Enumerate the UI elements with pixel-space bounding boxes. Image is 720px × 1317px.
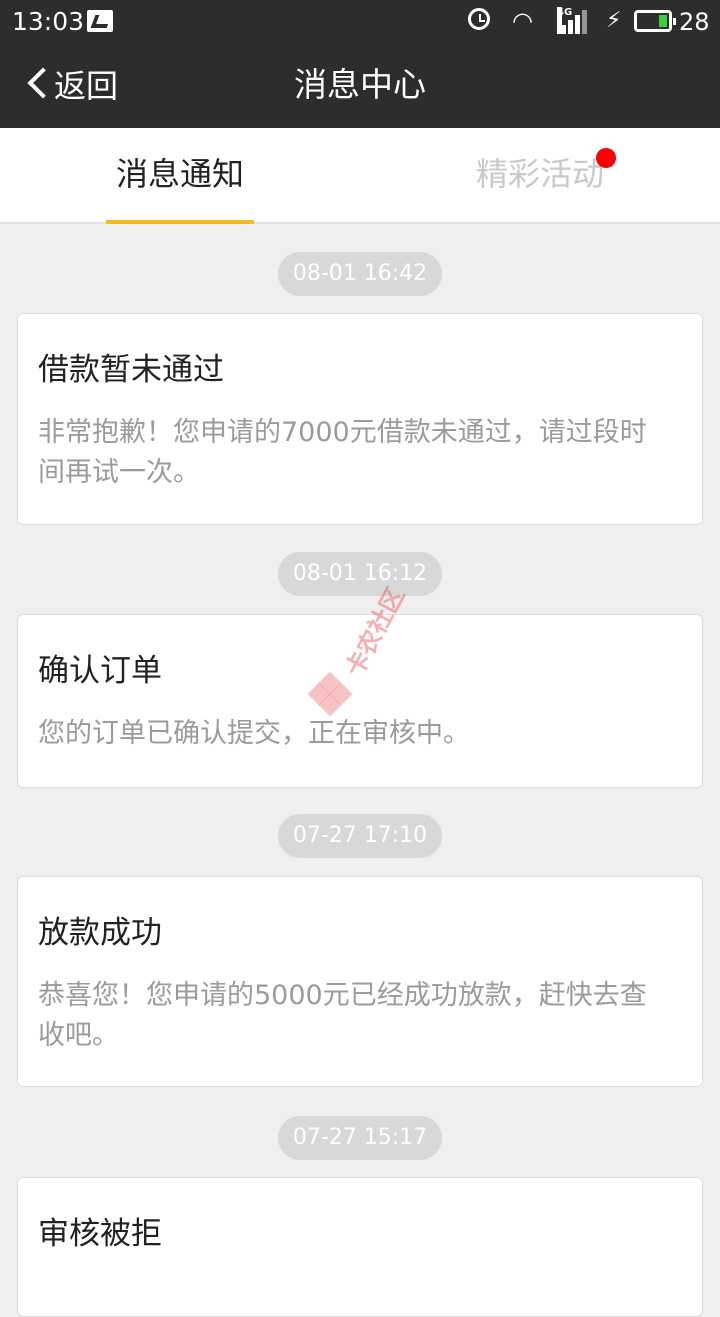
message-card[interactable]: 放款成功 恭喜您！您申请的5000元已经成功放款，赶快去查收吧。 bbox=[17, 876, 703, 1087]
image-notification-icon bbox=[87, 10, 113, 32]
message-title: 确认订单 bbox=[38, 653, 162, 689]
message-timestamp: 07-27 17:10 bbox=[278, 814, 442, 858]
tab-notifications[interactable]: 消息通知 bbox=[0, 128, 360, 224]
status-time: 13:03 bbox=[12, 7, 85, 36]
message-card[interactable]: 审核被拒 bbox=[17, 1177, 703, 1317]
message-body: 您的订单已确认提交，正在审核中。 bbox=[38, 718, 470, 749]
message-body: 非常抱歉！您申请的7000元借款未通过，请过段时间再试一次。 bbox=[38, 417, 647, 488]
header-bar: 返回 消息中心 bbox=[0, 44, 720, 128]
status-bar: 13:03 ◠ 4G ⚡︎ 28 bbox=[0, 0, 720, 44]
message-title: 借款暂未通过 bbox=[38, 352, 224, 388]
message-timestamp: 08-01 16:12 bbox=[278, 552, 442, 596]
tab-activities[interactable]: 精彩活动 bbox=[360, 128, 720, 222]
battery-level-fill bbox=[659, 15, 667, 27]
battery-percent: 28 bbox=[679, 8, 710, 36]
message-title: 审核被拒 bbox=[38, 1216, 162, 1252]
message-card[interactable]: 确认订单 您的订单已确认提交，正在审核中。 bbox=[17, 614, 703, 788]
unread-badge bbox=[596, 148, 616, 168]
lightning-bolt-icon: ⚡︎ bbox=[606, 8, 622, 33]
message-timestamp: 08-01 16:42 bbox=[278, 252, 442, 296]
wifi-icon: ◠ bbox=[512, 7, 533, 35]
tab-bar: 消息通知 精彩活动 bbox=[0, 128, 720, 224]
tab-activities-label: 精彩活动 bbox=[475, 155, 604, 193]
tab-notifications-label: 消息通知 bbox=[115, 155, 244, 193]
message-body: 恭喜您！您申请的5000元已经成功放款，赶快去查收吧。 bbox=[38, 980, 647, 1051]
message-card[interactable]: 借款暂未通过 非常抱歉！您申请的7000元借款未通过，请过段时间再试一次。 bbox=[17, 313, 703, 525]
message-timestamp: 07-27 15:17 bbox=[278, 1116, 442, 1160]
battery-icon bbox=[634, 10, 676, 32]
message-title: 放款成功 bbox=[38, 915, 162, 951]
signal-bars-icon: 4G bbox=[557, 7, 591, 34]
page-title: 消息中心 bbox=[294, 65, 426, 104]
active-tab-indicator bbox=[106, 220, 254, 224]
alarm-clock-icon bbox=[468, 8, 490, 30]
